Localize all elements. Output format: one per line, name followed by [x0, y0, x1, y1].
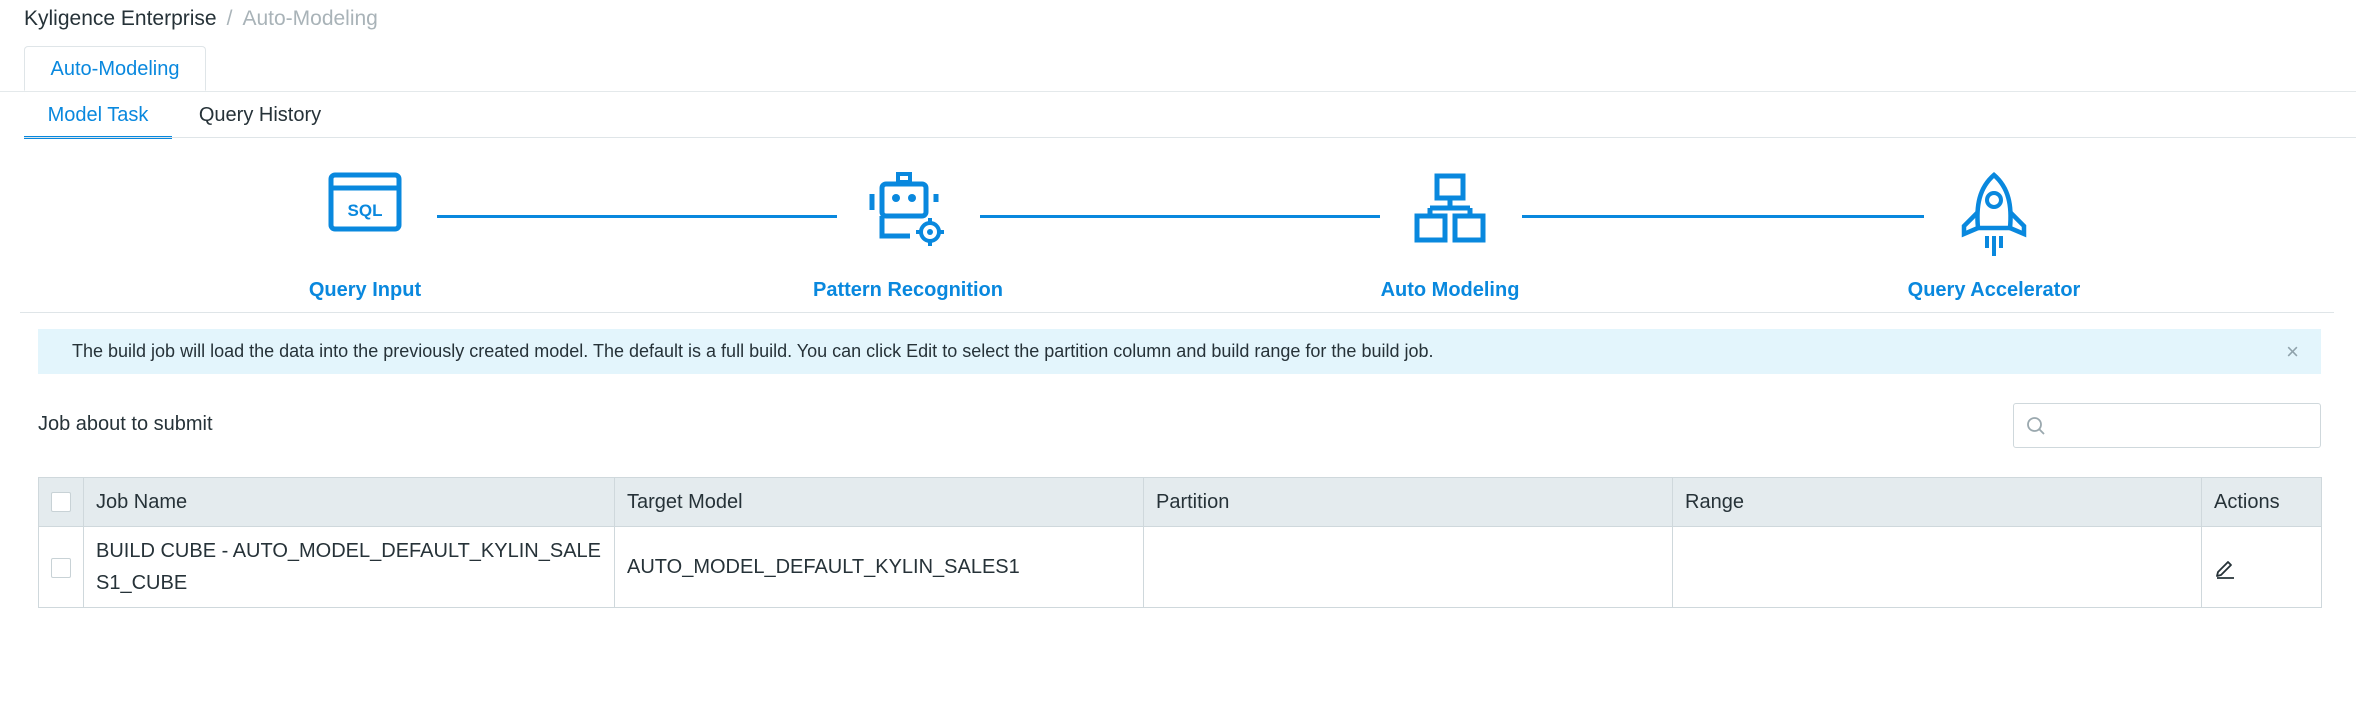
step-label: Pattern Recognition [812, 279, 1003, 301]
row-checkbox[interactable] [51, 557, 71, 578]
step-label: Auto Modeling [1380, 279, 1520, 301]
row-select-cell [38, 526, 84, 608]
step-label: Query Input [308, 279, 422, 301]
breadcrumb: Kyligence Enterprise / Auto-Modeling [24, 7, 378, 31]
column-header-actions: Actions [2201, 477, 2322, 527]
rocket-icon [1961, 172, 2027, 256]
job-name-cell: BUILD CUBE - AUTO_MODEL_DEFAULT_KYLIN_SA… [83, 526, 615, 608]
step-label: Query Accelerator [1907, 279, 2081, 301]
step-query-input: SQL Query Input [205, 172, 525, 301]
table-header-row: Job Name Target Model Partition Range Ac… [38, 477, 2322, 527]
jobs-table: Job Name Target Model Partition Range Ac… [38, 477, 2322, 608]
table-row: BUILD CUBE - AUTO_MODEL_DEFAULT_KYLIN_SA… [38, 526, 2322, 608]
info-alert: The build job will load the data into th… [38, 329, 2321, 374]
subtab-divider [24, 137, 2356, 138]
step-auto-modeling: Auto Modeling [1290, 172, 1610, 301]
partition-cell [1143, 526, 1673, 608]
step-query-accelerator: Query Accelerator [1834, 172, 2154, 301]
steps-divider [20, 312, 2334, 313]
search-icon [2027, 417, 2045, 435]
column-header-partition[interactable]: Partition [1143, 477, 1673, 527]
breadcrumb-root[interactable]: Kyligence Enterprise [24, 7, 217, 30]
robot-gear-icon [869, 172, 944, 246]
svg-text:SQL: SQL [348, 201, 383, 220]
edit-pencil-icon[interactable] [2214, 557, 2236, 579]
step-pattern-recognition: Pattern Recognition [748, 172, 1068, 301]
tab-query-history[interactable]: Query History [190, 100, 330, 136]
select-all-checkbox[interactable] [51, 492, 71, 513]
tab-auto-modeling[interactable]: Auto-Modeling [24, 46, 206, 91]
tab-divider [0, 91, 2356, 92]
target-model-cell: AUTO_MODEL_DEFAULT_KYLIN_SALES1 [614, 526, 1144, 608]
section-title: Job about to submit [38, 413, 213, 435]
alert-text: The build job will load the data into th… [72, 341, 1434, 361]
sql-window-icon: SQL [328, 172, 402, 232]
search-input[interactable] [2054, 404, 2318, 449]
column-header-target-model[interactable]: Target Model [614, 477, 1144, 527]
select-all-cell [38, 477, 84, 527]
breadcrumb-current: Auto-Modeling [242, 7, 378, 30]
actions-cell [2201, 526, 2322, 608]
range-cell [1672, 526, 2202, 608]
search-box [2013, 403, 2321, 449]
column-header-range[interactable]: Range [1672, 477, 2202, 527]
hierarchy-blocks-icon [1414, 173, 1486, 243]
tab-model-task[interactable]: Model Task [24, 100, 172, 139]
column-header-job-name[interactable]: Job Name [83, 477, 615, 527]
close-icon[interactable]: × [2286, 329, 2299, 374]
breadcrumb-separator: / [226, 7, 233, 30]
